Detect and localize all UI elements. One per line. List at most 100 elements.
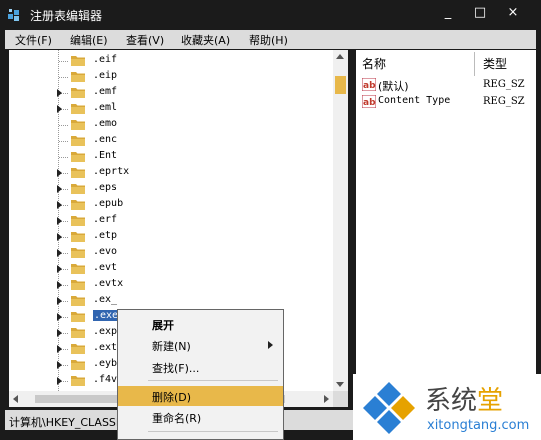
tree-item-label: .etp <box>93 230 118 241</box>
context-item-find[interactable]: 查找(F)... <box>118 357 283 377</box>
expand-arrow-icon[interactable] <box>57 169 62 177</box>
tree-item[interactable]: .eprtx <box>9 165 329 181</box>
menu-file[interactable]: 文件(F) <box>15 32 52 48</box>
tree-item-label: .evt <box>93 262 118 273</box>
scroll-down-icon[interactable] <box>336 382 344 387</box>
tree-item[interactable]: .eps <box>9 181 329 197</box>
maximize-button[interactable]: □ <box>470 4 490 22</box>
tree-item[interactable]: .erf <box>9 213 329 229</box>
tree-item-label: .eip <box>93 70 118 81</box>
value-type: REG_SZ <box>483 96 525 107</box>
menu-edit[interactable]: 编辑(E) <box>70 32 108 48</box>
tree-item-label: .f4v <box>93 374 118 385</box>
folder-icon <box>71 296 85 306</box>
watermark-title: 系统堂 <box>425 380 503 417</box>
menu-favorites[interactable]: 收藏夹(A) <box>181 32 230 48</box>
folder-icon <box>71 88 85 98</box>
column-divider[interactable] <box>474 52 475 76</box>
expand-arrow-icon[interactable] <box>57 217 62 225</box>
context-item-new[interactable]: 新建(N) <box>118 335 283 355</box>
scroll-right-icon[interactable] <box>324 395 329 403</box>
value-name: Content Type <box>378 95 451 106</box>
expand-arrow-icon[interactable] <box>57 201 62 209</box>
context-item-label: 删除(D) <box>152 391 192 404</box>
tree-item[interactable]: .eml <box>9 101 329 117</box>
expand-arrow-icon[interactable] <box>57 297 62 305</box>
scroll-left-icon[interactable] <box>13 395 18 403</box>
context-item-expand[interactable]: 展开 <box>118 314 283 334</box>
folder-icon <box>71 312 85 322</box>
tree-item-label: .exe <box>93 310 120 321</box>
tree-item-label: .evo <box>93 246 118 257</box>
context-item-rename[interactable]: 重命名(R) <box>118 407 283 427</box>
expand-arrow-icon[interactable] <box>57 185 62 193</box>
context-item-label: 展开 <box>152 319 174 332</box>
submenu-arrow-icon <box>268 341 273 349</box>
tree-item[interactable]: .epub <box>9 197 329 213</box>
expand-arrow-icon[interactable] <box>57 249 62 257</box>
folder-icon <box>71 232 85 242</box>
tree-item[interactable]: .evt <box>9 261 329 277</box>
folder-icon <box>71 216 85 226</box>
expand-arrow-icon[interactable] <box>57 313 62 321</box>
scroll-up-icon[interactable] <box>336 54 344 59</box>
folder-icon <box>71 344 85 354</box>
tree-item[interactable]: .emf <box>9 85 329 101</box>
tree-vertical-scrollbar[interactable] <box>333 50 348 391</box>
tree-item[interactable]: .eif <box>9 53 329 69</box>
minimize-button[interactable]: _ <box>438 4 458 22</box>
title-bar: 注册表编辑器 _ □ × <box>0 0 541 30</box>
expand-arrow-icon[interactable] <box>57 265 62 273</box>
menu-view[interactable]: 查看(V) <box>126 32 164 48</box>
tree-item[interactable]: .emo <box>9 117 329 133</box>
watermark-char: 系 <box>425 386 452 416</box>
folder-icon <box>71 120 85 130</box>
expand-arrow-icon[interactable] <box>57 105 62 113</box>
tree-item[interactable]: .etp <box>9 229 329 245</box>
value-row-content-type[interactable]: ab Content Type REG_SZ <box>356 94 536 111</box>
folder-icon <box>71 56 85 66</box>
context-menu: 展开 新建(N) 查找(F)... 删除(D) 重命名(R) <box>117 309 284 440</box>
context-item-delete[interactable]: 删除(D) <box>118 386 283 406</box>
folder-icon <box>71 264 85 274</box>
tree-item[interactable]: .evo <box>9 245 329 261</box>
folder-icon <box>71 104 85 114</box>
tree-item[interactable]: .enc <box>9 133 329 149</box>
watermark-char: 堂 <box>477 386 504 416</box>
menu-separator <box>148 431 278 432</box>
expand-arrow-icon[interactable] <box>57 329 62 337</box>
folder-icon <box>71 376 85 386</box>
column-header-name[interactable]: 名称 <box>362 55 386 72</box>
tree-item-label: .ex_ <box>93 294 118 305</box>
value-type: REG_SZ <box>483 79 525 90</box>
expand-arrow-icon[interactable] <box>57 361 62 369</box>
tree-item-label: .emo <box>93 118 118 129</box>
folder-icon <box>71 136 85 146</box>
expand-arrow-icon[interactable] <box>57 377 62 385</box>
value-name: (默认) <box>378 80 409 93</box>
expand-arrow-icon[interactable] <box>57 345 62 353</box>
tree-item-label: .ext <box>93 342 118 353</box>
expand-arrow-icon[interactable] <box>57 89 62 97</box>
values-pane[interactable]: 名称 类型 ab (默认) REG_SZ ab Content Type REG… <box>356 50 536 376</box>
tree-connector <box>59 141 68 142</box>
scroll-thumb[interactable] <box>335 76 346 94</box>
column-header-type[interactable]: 类型 <box>483 55 507 72</box>
close-button[interactable]: × <box>503 4 523 22</box>
tree-item-label: .Ent <box>93 150 118 161</box>
menu-help[interactable]: 帮助(H) <box>249 32 288 48</box>
tree-item[interactable]: .eip <box>9 69 329 85</box>
tree-item[interactable]: .ex_ <box>9 293 329 309</box>
expand-arrow-icon[interactable] <box>57 281 62 289</box>
tree-connector <box>59 61 68 62</box>
diamond-logo-icon <box>363 382 415 434</box>
tree-item[interactable]: .Ent <box>9 149 329 165</box>
value-row-default[interactable]: ab (默认) REG_SZ <box>356 77 536 94</box>
folder-icon <box>71 168 85 178</box>
tree-item-label: .evtx <box>93 278 124 289</box>
tree-item[interactable]: .evtx <box>9 277 329 293</box>
folder-icon <box>71 280 85 290</box>
folder-icon <box>71 328 85 338</box>
folder-icon <box>71 360 85 370</box>
expand-arrow-icon[interactable] <box>57 233 62 241</box>
